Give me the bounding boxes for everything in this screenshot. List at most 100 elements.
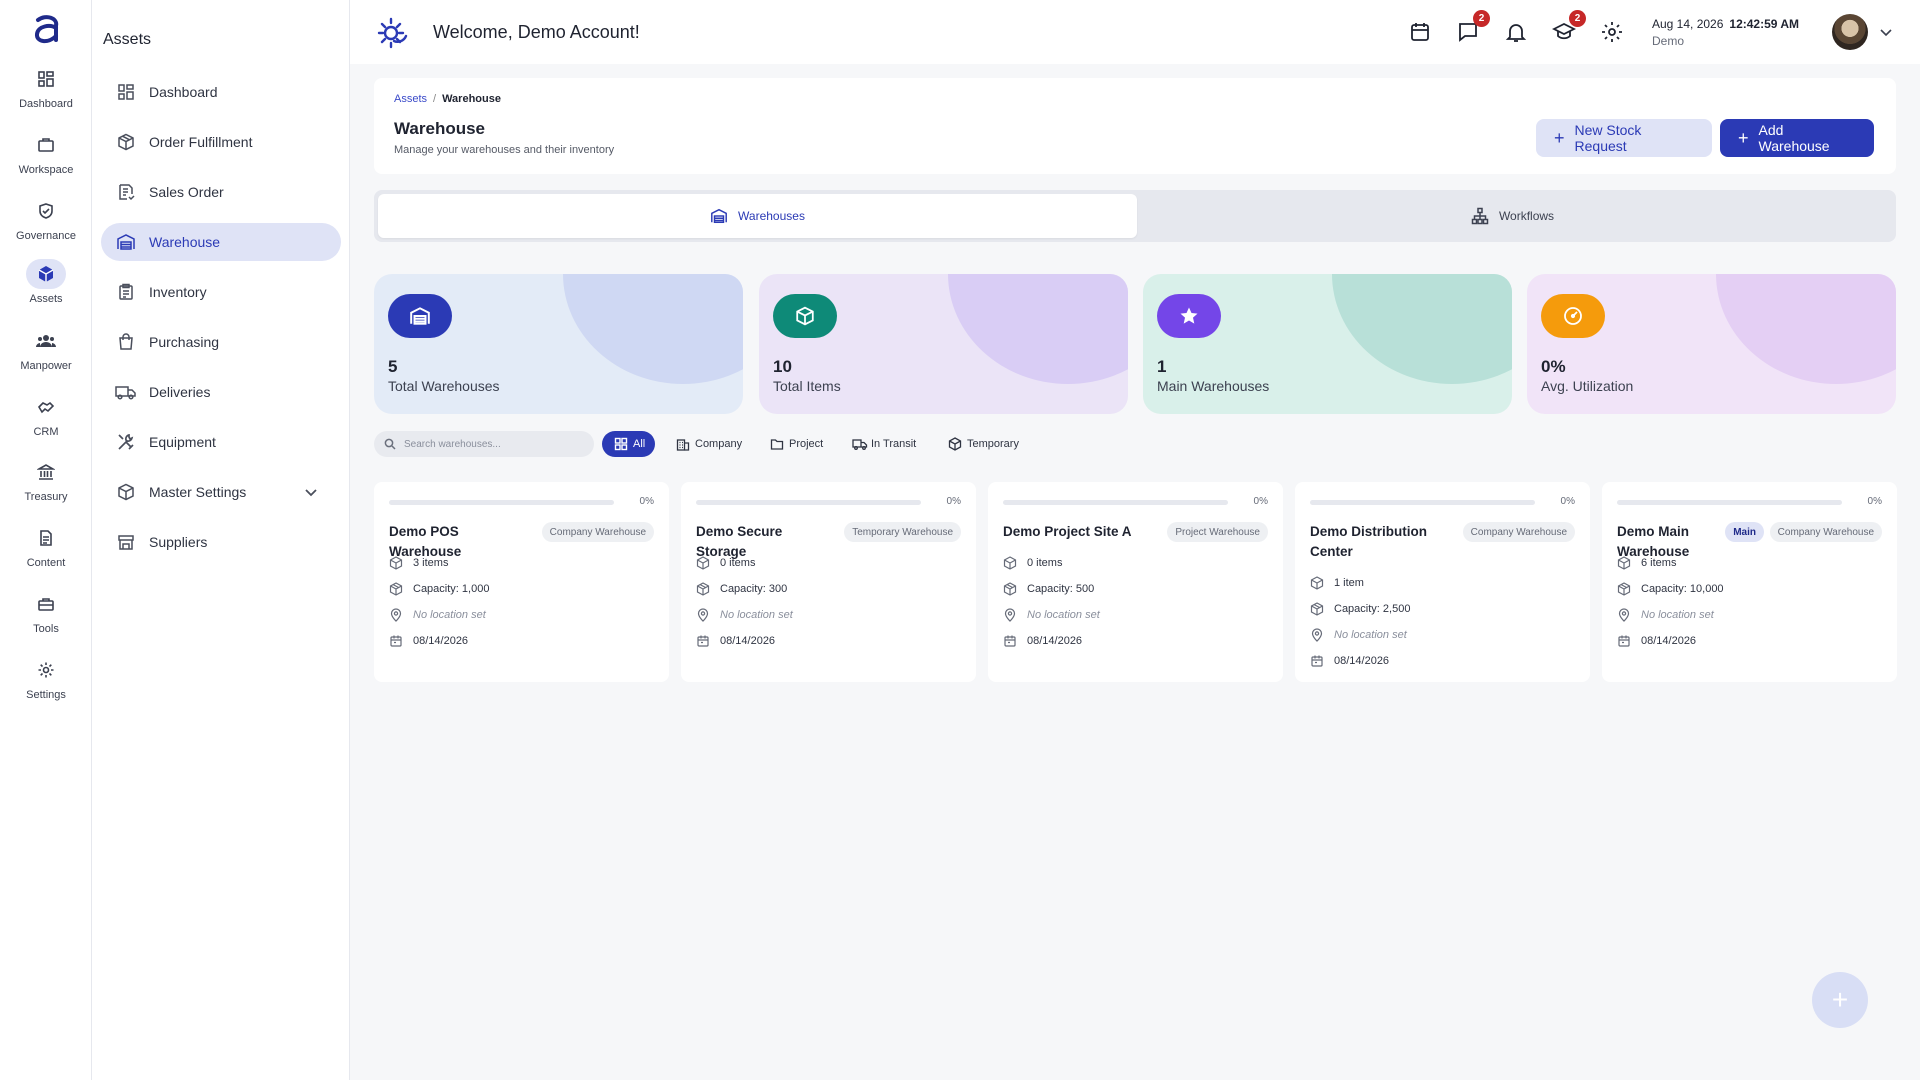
location-value: No location set [413,609,486,621]
sidebar-item-label: Equipment [149,434,216,450]
sidebar-item-warehouse[interactable]: Warehouse [101,223,341,261]
gauge-icon [1541,294,1605,338]
capacity-value: Capacity: 2,500 [1334,603,1411,615]
rail-label: Governance [16,230,76,242]
plus-icon: + [1738,127,1749,148]
rail-item-dashboard[interactable]: Dashboard [0,64,92,124]
sidebar-item-label: Sales Order [149,184,224,200]
calendar-icon[interactable] [1408,20,1432,44]
rail-item-content[interactable]: Content [0,523,92,583]
filter-chip-in-transit[interactable]: In Transit [840,431,926,457]
rail-item-settings[interactable]: Settings [0,655,92,715]
new-stock-request-button[interactable]: + New Stock Request [1536,119,1712,157]
capacity-row: Capacity: 500 [1003,580,1094,598]
messages-button[interactable]: 2 [1456,10,1490,44]
sidebar-item-suppliers[interactable]: Suppliers [101,523,341,561]
warehouse-card[interactable]: 0% Demo Main Warehouse Main Company Warehou… [1602,482,1897,682]
app-logo[interactable] [28,12,64,48]
rail-item-assets[interactable]: Assets [0,259,92,319]
current-date: Aug 14, 2026 [1652,17,1724,31]
rail-item-tools[interactable]: Tools [0,589,92,649]
created-date: 08/14/2026 [720,635,776,647]
tab-warehouses[interactable]: Warehouses [378,194,1137,238]
date-row: 08/14/2026 [389,632,468,650]
location-row: No location set [1617,606,1714,624]
hierarchy-icon [1471,207,1489,225]
bank-icon [26,457,66,487]
sidebar-item-deliveries[interactable]: Deliveries [101,373,341,411]
bell-icon[interactable] [1504,20,1528,44]
rail-label: Treasury [24,491,68,503]
tab-label: Workflows [1498,209,1555,223]
plus-icon: + [1554,127,1565,148]
warehouse-card[interactable]: 0% Demo Secure Storage Temporary Warehouse… [681,482,976,682]
icon-rail: Dashboard Workspace Governance Assets Ma… [0,0,92,1080]
sidebar-title: Assets [103,31,152,48]
dashboard-icon [26,64,66,94]
utilization-bar [389,500,614,505]
location-value: No location set [1334,629,1407,641]
capacity-row: Capacity: 1,000 [389,580,489,598]
floating-add-button[interactable]: + [1812,972,1868,1028]
rail-label: Assets [29,293,63,305]
stat-card-total-warehouses: 5 Total Warehouses [374,274,743,414]
shopping-bag-icon [115,331,137,353]
capacity-icon [1003,582,1017,596]
rail-item-treasury[interactable]: Treasury [0,457,92,517]
rail-item-governance[interactable]: Governance [0,196,92,256]
stat-label: Total Warehouses [388,378,500,394]
grid-icon [115,81,137,103]
warehouse-card[interactable]: 0% Demo POS Warehouse Company Warehouse 3 i… [374,482,669,682]
chip-label: Temporary [967,438,1019,450]
capacity-row: Capacity: 10,000 [1617,580,1724,598]
filter-chip-temporary[interactable]: Temporary [936,431,1029,457]
stat-value: 1 [1157,357,1167,376]
search-input[interactable] [404,438,584,450]
document-icon [26,523,66,553]
rail-item-crm[interactable]: CRM [0,392,92,452]
rail-item-workspace[interactable]: Workspace [0,130,92,190]
warehouse-name: Demo Distribution Center [1310,524,1427,559]
calendar-icon [1310,654,1324,668]
cube-icon [26,259,66,289]
location-row: No location set [1310,626,1407,644]
rail-item-manpower[interactable]: Manpower [0,326,92,386]
sidebar-item-dashboard[interactable]: Dashboard [101,73,341,111]
utilization-percent: 0% [1867,496,1882,507]
stat-label: Main Warehouses [1157,378,1270,394]
warehouse-type-badge: Company Warehouse [1769,522,1882,542]
sidebar-item-order-fulfillment[interactable]: Order Fulfillment [101,123,341,161]
store-icon [115,531,137,553]
box-icon [1310,576,1324,590]
gear-icon[interactable] [1600,20,1624,44]
item-count: 3 items [413,557,449,569]
plus-icon: + [1831,984,1849,1015]
grid-icon [614,437,628,451]
search-box[interactable] [374,431,594,457]
tab-workflows[interactable]: Workflows [1133,194,1892,238]
calendar-icon [1003,634,1017,648]
messages-badge: 2 [1473,10,1490,27]
company-logo-icon[interactable] [376,15,410,49]
sidebar-item-master-settings[interactable]: Master Settings [101,473,341,511]
chevron-down-icon[interactable] [303,484,319,500]
filter-chip-company[interactable]: Company [664,431,752,457]
sidebar-item-purchasing[interactable]: Purchasing [101,323,341,361]
add-warehouse-button[interactable]: + Add Warehouse [1720,119,1874,157]
chevron-down-icon[interactable] [1878,24,1894,40]
utilization-percent: 0% [946,496,961,507]
sidebar-item-label: Warehouse [149,234,221,250]
decorative-blob [563,274,743,384]
sidebar-item-label: Master Settings [149,484,247,500]
learning-button[interactable]: 2 [1552,10,1586,44]
filter-chip-project[interactable]: Project [758,431,833,457]
sidebar-item-equipment[interactable]: Equipment [101,423,341,461]
sidebar-item-inventory[interactable]: Inventory [101,273,341,311]
avatar[interactable] [1832,14,1868,50]
warehouse-card[interactable]: 0% Demo Project Site A Project Warehouse 0 … [988,482,1283,682]
warehouse-card[interactable]: 0% Demo Distribution Center Company Wareho… [1295,482,1590,682]
sidebar-item-sales-order[interactable]: Sales Order [101,173,341,211]
truck-icon [115,381,137,403]
breadcrumb-assets-link[interactable]: Assets [394,93,427,105]
filter-chip-all[interactable]: All [602,431,656,457]
